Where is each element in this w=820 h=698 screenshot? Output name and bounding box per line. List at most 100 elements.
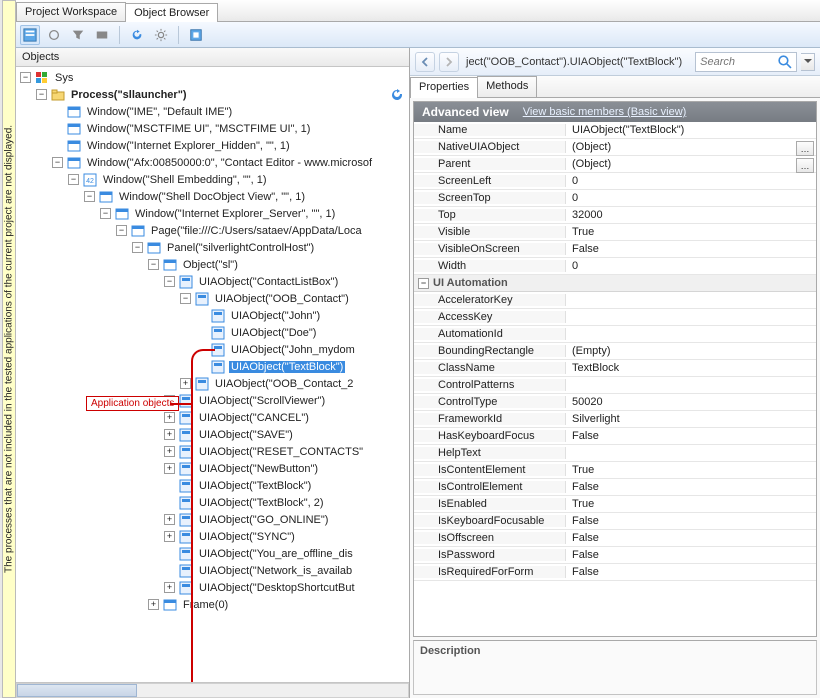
toolbar-btn-4[interactable]: [92, 25, 112, 45]
filter-mode-button[interactable]: [20, 25, 40, 45]
search-dropdown[interactable]: [801, 53, 815, 71]
property-row[interactable]: NameUIAObject("TextBlock"): [414, 122, 816, 139]
tab-object-browser[interactable]: Object Browser: [125, 3, 218, 22]
property-name: ScreenTop: [414, 192, 566, 204]
tree-item[interactable]: −Object("sl"): [16, 256, 409, 273]
tab-methods[interactable]: Methods: [477, 76, 537, 97]
tree-item[interactable]: Window("Internet Explorer_Hidden", "", 1…: [16, 137, 409, 154]
property-row[interactable]: BoundingRectangle(Empty): [414, 343, 816, 360]
refresh-button[interactable]: [127, 25, 147, 45]
expand-icon[interactable]: −: [36, 89, 47, 100]
expand-icon[interactable]: −: [180, 293, 191, 304]
tree-item[interactable]: −Window("Afx:00850000:0", "Contact Edito…: [16, 154, 409, 171]
expand-icon[interactable]: +: [164, 582, 175, 593]
expand-icon[interactable]: +: [164, 463, 175, 474]
search-input[interactable]: [700, 56, 777, 68]
group-ui-automation[interactable]: −UI Automation: [414, 275, 816, 292]
property-row[interactable]: HelpText: [414, 445, 816, 462]
property-row[interactable]: AccessKey: [414, 309, 816, 326]
settings-button[interactable]: [151, 25, 171, 45]
expand-icon[interactable]: +: [164, 412, 175, 423]
node-label: Panel("silverlightControlHost"): [165, 242, 316, 254]
search-icon[interactable]: [777, 53, 792, 71]
node-label: UIAObject("ContactListBox"): [197, 276, 340, 288]
view-basic-members-link[interactable]: View basic members (Basic view): [523, 106, 687, 118]
expand-icon[interactable]: −: [116, 225, 127, 236]
expand-icon[interactable]: −: [164, 276, 175, 287]
tree-item[interactable]: −Window("Internet Explorer_Server", "", …: [16, 205, 409, 222]
property-row[interactable]: IsPasswordFalse: [414, 547, 816, 564]
expand-icon[interactable]: +: [164, 514, 175, 525]
property-row[interactable]: ControlPatterns: [414, 377, 816, 394]
property-row[interactable]: Width0: [414, 258, 816, 275]
property-name: NativeUIAObject: [414, 141, 566, 153]
property-row[interactable]: AutomationId: [414, 326, 816, 343]
tree-item[interactable]: Window("MSCTFIME UI", "MSCTFIME UI", 1): [16, 120, 409, 137]
tree-item[interactable]: −Page("file:///C:/Users/sataev/AppData/L…: [16, 222, 409, 239]
expand-icon[interactable]: −: [132, 242, 143, 253]
property-row[interactable]: IsRequiredForFormFalse: [414, 564, 816, 581]
toolbar-btn-2[interactable]: [44, 25, 64, 45]
toolbar-btn-3[interactable]: [68, 25, 88, 45]
property-row[interactable]: AcceleratorKey: [414, 292, 816, 309]
property-row[interactable]: ScreenTop0: [414, 190, 816, 207]
property-row[interactable]: ControlType50020: [414, 394, 816, 411]
tree-item[interactable]: UIAObject("John"): [16, 307, 409, 324]
expand-icon[interactable]: −: [84, 191, 95, 202]
node-icon: [162, 598, 178, 612]
expand-icon[interactable]: +: [164, 446, 175, 457]
property-row[interactable]: Parent(Object)…: [414, 156, 816, 173]
ellipsis-button[interactable]: …: [796, 141, 814, 156]
property-row[interactable]: VisibleTrue: [414, 224, 816, 241]
tree-item[interactable]: −Window("Shell DocObject View", "", 1): [16, 188, 409, 205]
tree-item[interactable]: UIAObject("Doe"): [16, 324, 409, 341]
tree-item[interactable]: Window("IME", "Default IME"): [16, 103, 409, 120]
property-row[interactable]: NativeUIAObject(Object)…: [414, 139, 816, 156]
property-row[interactable]: IsEnabledTrue: [414, 496, 816, 513]
property-name: IsPassword: [414, 549, 566, 561]
property-row[interactable]: Top32000: [414, 207, 816, 224]
expand-icon[interactable]: −: [148, 259, 159, 270]
expand-icon[interactable]: +: [148, 599, 159, 610]
tree-item[interactable]: −Sys: [16, 69, 409, 86]
property-value: True: [566, 464, 816, 476]
refresh-icon[interactable]: [389, 88, 405, 102]
expand-icon[interactable]: −: [20, 72, 31, 83]
property-row[interactable]: ScreenLeft0: [414, 173, 816, 190]
tree-item[interactable]: −UIAObject("OOB_Contact"): [16, 290, 409, 307]
property-row[interactable]: ClassNameTextBlock: [414, 360, 816, 377]
store-button[interactable]: [186, 25, 206, 45]
tree-item[interactable]: −42Window("Shell Embedding", "", 1): [16, 171, 409, 188]
back-button[interactable]: [415, 52, 435, 72]
property-grid[interactable]: Advanced view View basic members (Basic …: [413, 101, 817, 637]
tree-item[interactable]: − UIAObject("ContactListBox"): [16, 273, 409, 290]
expand-icon[interactable]: −: [68, 174, 79, 185]
expand-icon[interactable]: +: [164, 531, 175, 542]
expand-icon[interactable]: −: [52, 157, 63, 168]
horizontal-scrollbar[interactable]: [16, 682, 409, 698]
property-value: 50020: [566, 396, 816, 408]
tab-project-workspace[interactable]: Project Workspace: [16, 2, 126, 21]
object-tree[interactable]: −Sys−Process("sllauncher")Window("IME", …: [16, 67, 409, 682]
toolbar: [16, 22, 820, 48]
expand-icon[interactable]: −: [100, 208, 111, 219]
search-box[interactable]: [695, 52, 797, 72]
objects-header: Objects: [16, 48, 409, 67]
property-row[interactable]: IsControlElementFalse: [414, 479, 816, 496]
ellipsis-button[interactable]: …: [796, 158, 814, 173]
tree-item[interactable]: −Process("sllauncher"): [16, 86, 409, 103]
property-row[interactable]: IsOffscreenFalse: [414, 530, 816, 547]
expand-icon[interactable]: +: [164, 429, 175, 440]
tree-item[interactable]: − Panel("silverlightControlHost"): [16, 239, 409, 256]
property-row[interactable]: HasKeyboardFocusFalse: [414, 428, 816, 445]
property-row[interactable]: IsKeyboardFocusableFalse: [414, 513, 816, 530]
property-row[interactable]: IsContentElementTrue: [414, 462, 816, 479]
property-row[interactable]: FrameworkIdSilverlight: [414, 411, 816, 428]
forward-button[interactable]: [439, 52, 459, 72]
tab-properties[interactable]: Properties: [410, 77, 478, 98]
property-value: False: [566, 566, 816, 578]
node-icon: [66, 139, 82, 153]
property-row[interactable]: VisibleOnScreenFalse: [414, 241, 816, 258]
expand-icon[interactable]: +: [180, 378, 191, 389]
property-name: FrameworkId: [414, 413, 566, 425]
